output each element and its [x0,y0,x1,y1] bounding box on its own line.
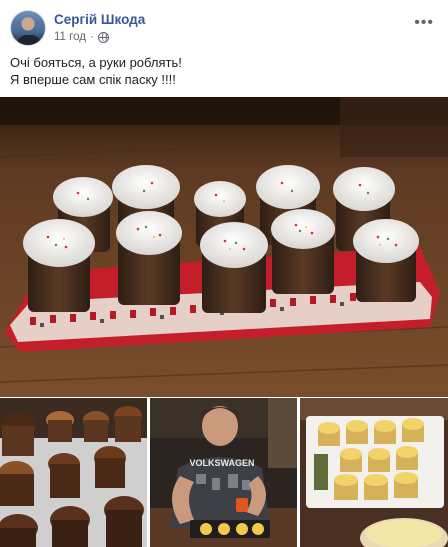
dough-molds-illustration [300,398,448,547]
author-name-link[interactable]: Сергій Шкода [54,12,145,27]
post-text: Очі бояться, а руки роблять! Я вперше са… [10,54,438,88]
post-meta: 11 год · [54,31,109,43]
thumbnail-photo[interactable] [300,398,448,547]
timestamp-link[interactable]: 11 год [54,31,86,43]
man-baking-illustration: VOLKSWAGEN [150,398,297,547]
photo-thumbnails: VOLKSWAGEN [0,398,448,547]
thumbnail-photo[interactable]: VOLKSWAGEN [150,398,297,547]
post-header: Сергій Шкода 11 год · ••• [10,8,438,48]
globe-icon[interactable] [97,31,109,43]
thumbnail-photo[interactable] [0,398,147,547]
shirt-text: VOLKSWAGEN [189,458,254,468]
main-photo[interactable] [0,97,448,397]
more-options-icon[interactable]: ••• [414,14,434,32]
post-text-line: Я вперше сам спік паску !!!! [10,72,176,87]
post-text-line: Очі бояться, а руки роблять! [10,55,182,70]
baked-breads-illustration [0,398,147,547]
meta-separator: · [89,31,94,43]
avatar[interactable] [10,10,46,46]
easter-breads-illustration [0,97,448,397]
